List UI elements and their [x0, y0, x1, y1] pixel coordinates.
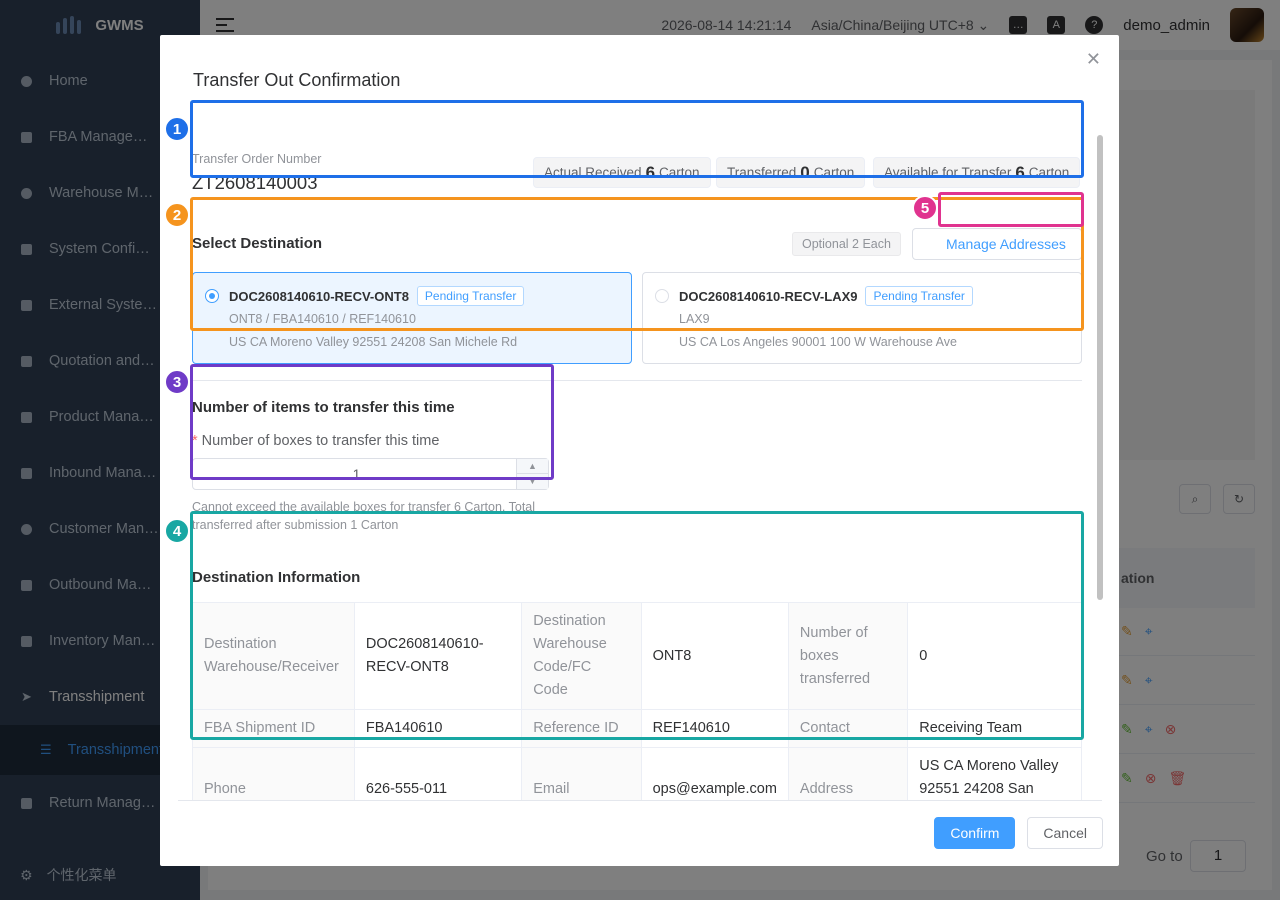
confirm-button[interactable]: Confirm	[934, 817, 1016, 849]
order-number-label: Transfer Order Number	[192, 152, 322, 166]
dialog-title: Transfer Out Confirmation	[193, 70, 401, 90]
boxes-hint: Cannot exceed the available boxes for tr…	[192, 500, 536, 532]
annotation-badge-3: 3	[164, 369, 190, 395]
table-row: Destination Warehouse/Receiver DOC260814…	[192, 602, 1082, 710]
transfer-out-dialog: Transfer Out Confirmation ✕ Transfer Ord…	[160, 35, 1119, 866]
status-badge: Pending Transfer	[416, 286, 525, 306]
footer-divider	[178, 800, 1102, 801]
section-divider	[192, 380, 1082, 381]
annotation-badge-1: 1	[164, 116, 190, 142]
destination-radio[interactable]	[655, 289, 669, 303]
destination-info-title: Destination Information	[192, 569, 361, 586]
destination-codes: ONT8 / FBA140610 / REF140610	[229, 312, 416, 326]
destination-codes: LAX9	[679, 312, 710, 326]
annotation-badge-2: 2	[164, 202, 190, 228]
status-badge: Pending Transfer	[865, 286, 973, 306]
decrement-arrow-icon[interactable]: ▼	[517, 474, 548, 489]
destination-radio[interactable]	[205, 289, 219, 303]
table-row: Phone 626-555-011 Email ops@example.com …	[192, 747, 1082, 800]
boxes-field-label: * Number of boxes to transfer this time	[192, 433, 440, 449]
table-row: FBA Shipment ID FBA140610 Reference ID R…	[192, 709, 1082, 748]
destination-info-table: Destination Warehouse/Receiver DOC260814…	[192, 602, 1082, 800]
annotation-badge-4: 4	[164, 518, 190, 544]
stat-transferred: Transferred 0 Carton	[716, 157, 866, 188]
destination-card-lax9[interactable]: DOC2608140610-RECV-LAX9 Pending Transfer …	[642, 272, 1082, 364]
items-section-title: Number of items to transfer this time	[192, 399, 455, 416]
destination-address: US CA Moreno Valley 92551 24208 San Mich…	[229, 335, 518, 349]
order-number: ZT2608140003	[192, 172, 318, 193]
select-destination-title: Select Destination	[192, 235, 323, 252]
stat-actual-received: Actual Received 6 Carton	[533, 157, 711, 188]
stat-available-for-transfer: Available for Transfer 6 Carton	[873, 157, 1081, 188]
dialog-scrollbar[interactable]	[1097, 135, 1103, 600]
destination-card-ont8[interactable]: DOC2608140610-RECV-ONT8 Pending Transfer …	[192, 272, 632, 364]
cancel-button[interactable]: Cancel	[1027, 817, 1103, 849]
destination-address: US CA Los Angeles 90001 100 W Warehouse …	[679, 335, 957, 349]
manage-addresses-button[interactable]: Manage Addresses	[912, 228, 1082, 260]
annotation-badge-5: 5	[912, 195, 938, 221]
optional-count-tag: Optional 2 Each	[792, 232, 901, 256]
increment-arrow-icon[interactable]: ▲	[517, 459, 548, 474]
close-icon[interactable]: ✕	[1086, 49, 1101, 70]
dialog-body: Transfer Order Number ZT2608140003 Actua…	[178, 100, 1102, 800]
required-marker: *	[192, 433, 198, 449]
boxes-quantity-stepper[interactable]: 1 ▲ ▼	[192, 458, 549, 490]
boxes-quantity-input[interactable]: 1	[193, 459, 520, 489]
